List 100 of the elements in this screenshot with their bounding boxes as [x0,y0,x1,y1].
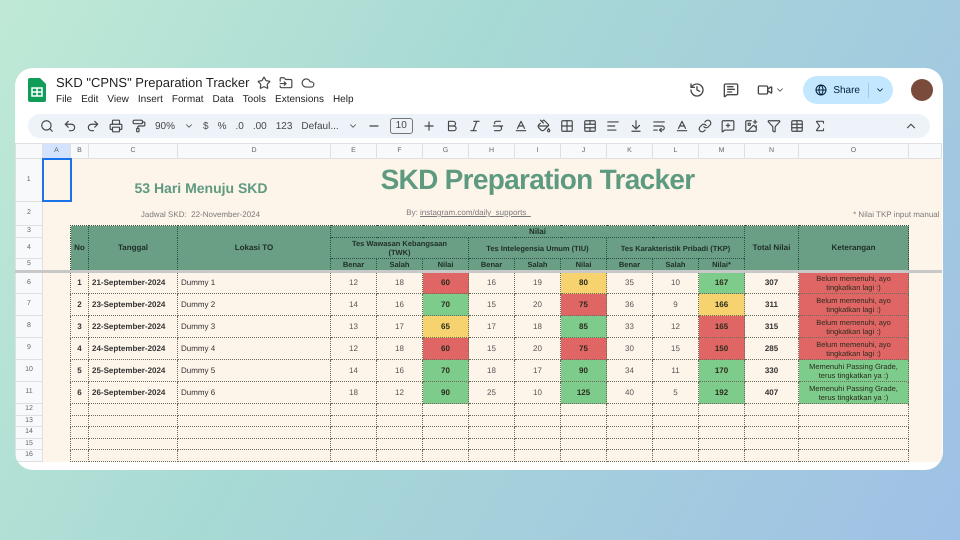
schedule-text: Jadwal SKD: 22-November-2024 [140,210,260,219]
header-cell: Nilai [330,226,744,238]
score-cell: 80 [560,272,606,294]
credit-link[interactable]: instagram.com/daily_supports_ [420,208,531,217]
merge-cells-icon[interactable] [582,119,597,133]
selected-cell[interactable] [42,158,70,201]
plus-icon[interactable] [422,119,436,133]
table-cell: 18 [330,382,376,404]
undo-icon[interactable] [63,119,77,133]
table-cell: 25 [468,382,514,404]
table-icon[interactable] [790,119,804,133]
text-color-icon[interactable] [514,119,528,133]
score-cell: 165 [698,316,744,338]
header-cell: Keterangan [798,226,908,272]
menu-item[interactable]: Insert [138,92,163,108]
score-cell: 167 [698,272,744,294]
table-cell: 6 [70,382,88,404]
spreadsheet-logo-icon [28,78,46,102]
increase-decimals-button[interactable]: .00 [252,118,267,134]
strikethrough-icon[interactable] [490,119,505,133]
globe-icon [815,84,828,96]
currency-format-button[interactable]: $ [203,118,209,134]
menu-item[interactable]: Edit [81,92,98,108]
table-cell: 4 [70,338,88,360]
score-cell: 125 [560,382,606,404]
table-cell: 25-September-2024 [88,360,178,382]
menu-item[interactable]: File [56,92,72,108]
comment-icon[interactable] [723,82,740,98]
filter-icon[interactable] [766,119,781,133]
italic-icon[interactable] [468,119,482,133]
table-cell: Dummy 3 [178,316,330,338]
avatar[interactable] [911,79,933,101]
score-cell: 90 [560,360,606,382]
table-cell: 17 [468,316,514,338]
table-cell: 34 [606,360,652,382]
table-cell: Dummy 4 [178,338,330,360]
table-cell: 3 [70,316,88,338]
table-cell: 18 [468,360,514,382]
link-icon[interactable] [698,119,712,133]
table-cell: 22-September-2024 [88,316,178,338]
align-icon[interactable] [606,119,620,133]
add-comment-icon[interactable] [720,119,735,133]
document-title[interactable]: SKD "CPNS" Preparation Tracker [56,72,250,92]
table-cell: 40 [606,382,652,404]
borders-icon[interactable] [560,119,574,133]
note-text: * Nilai TKP input manual [853,210,940,219]
score-cell: 166 [698,294,744,316]
cloud-icon[interactable] [301,76,316,90]
countdown-heading: 53 Hari Menuju SKD [134,180,268,196]
sheet-title: SKD Preparation Tracker [380,164,694,195]
score-cell: 65 [422,316,468,338]
font-size-field[interactable]: 10 [390,118,413,134]
score-cell: 90 [422,382,468,404]
paint-format-icon[interactable] [132,119,146,133]
print-icon[interactable] [109,119,123,133]
table-cell: Dummy 5 [178,360,330,382]
menu-item[interactable]: Format [172,92,204,108]
folder-icon[interactable] [279,76,294,90]
table-cell: 24-September-2024 [88,338,178,360]
table-cell: 36 [606,294,652,316]
table-cell: 15 [468,338,514,360]
header-cell: Tanggal [88,226,178,272]
table-cell: Dummy 2 [178,294,330,316]
menu-item[interactable]: Help [332,92,354,108]
fill-color-icon[interactable] [536,119,551,133]
zoom-select[interactable]: 90% [155,118,176,134]
redo-icon[interactable] [86,119,100,133]
credit-label: By: [406,208,418,217]
header-cell: Lokasi TO [178,226,330,272]
insert-image-icon[interactable] [744,119,758,133]
table-cell: 16 [468,272,514,294]
score-cell: 75 [560,294,606,316]
search-icon[interactable] [40,119,54,133]
star-icon[interactable] [257,76,272,90]
font-select[interactable]: Defaul... [301,118,339,134]
history-icon[interactable] [689,82,706,98]
table-cell: 23-September-2024 [88,294,178,316]
menu-item[interactable]: Extensions [275,92,324,108]
table-cell: 1 [70,272,88,294]
percent-format-button[interactable]: % [218,118,226,134]
menu-item[interactable]: Tools [242,92,266,108]
score-cell: 70 [422,294,468,316]
share-button[interactable]: Share [803,76,893,104]
score-cell: 192 [698,382,744,404]
score-cell: 75 [560,338,606,360]
decrease-decimals-button[interactable]: .0 [235,118,244,134]
table-cell: 35 [606,272,652,294]
vertical-align-icon[interactable] [628,119,643,133]
menu-item[interactable]: Data [212,92,234,108]
table-cell: 15 [468,294,514,316]
score-cell: 85 [560,316,606,338]
table-cell: 26-September-2024 [88,382,178,404]
wrap-text-icon[interactable] [652,119,666,133]
table-cell: 33 [606,316,652,338]
menu-item[interactable]: View [107,92,129,108]
score-cell: 60 [422,272,468,294]
number-format-button[interactable]: 123 [276,118,292,134]
score-cell: 60 [422,338,468,360]
score-cell: 150 [698,338,744,360]
header-cell: No [70,226,88,272]
